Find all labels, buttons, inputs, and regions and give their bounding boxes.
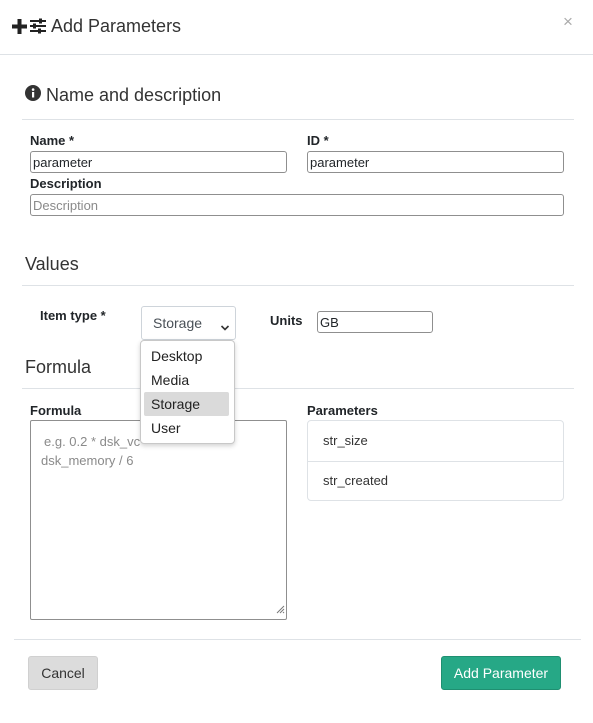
list-item[interactable]: str_size — [308, 421, 563, 461]
plus-icon — [12, 18, 27, 34]
formula-placeholder-line1: e.g. 0.2 * dsk_vc — [44, 434, 141, 449]
section-title-name-description: Name and description — [46, 85, 222, 105]
item-type-select[interactable]: Storage — [141, 306, 236, 340]
sliders-icon — [29, 18, 47, 34]
parameters-label: Parameters — [307, 403, 378, 418]
id-label: ID * — [307, 133, 329, 148]
close-icon[interactable]: × — [563, 12, 573, 32]
cancel-button[interactable]: Cancel — [28, 656, 98, 690]
section-title-formula: Formula — [25, 357, 92, 377]
formula-placeholder-line2: dsk_memory / 6 — [41, 453, 134, 468]
modal-title-bar: Add Parameters — [12, 14, 181, 38]
units-input[interactable] — [317, 311, 433, 333]
formula-textarea[interactable]: e.g. 0.2 * dsk_vc dsk_memory / 6 — [30, 420, 287, 620]
modal-title: Add Parameters — [51, 15, 182, 36]
chevron-down-icon — [220, 319, 230, 335]
units-label: Units — [270, 313, 303, 328]
item-type-selected: Storage — [153, 315, 203, 331]
section-divider — [22, 119, 574, 120]
resize-handle-icon[interactable] — [275, 601, 285, 618]
parameters-list: str_size str_created — [307, 420, 564, 501]
item-type-dropdown: Desktop Media Storage User — [140, 340, 235, 444]
section-title-values: Values — [25, 254, 79, 274]
description-label: Description — [30, 176, 102, 191]
formula-label: Formula — [30, 403, 82, 418]
name-label: Name * — [30, 133, 75, 148]
item-type-label: Item type * — [40, 308, 106, 323]
description-input[interactable] — [30, 194, 564, 216]
info-icon — [25, 85, 41, 106]
option-media[interactable]: Media — [144, 368, 229, 392]
section-divider — [22, 285, 574, 286]
footer-divider — [14, 639, 581, 640]
list-item[interactable]: str_created — [308, 461, 563, 501]
section-name-description: Name and description — [25, 85, 221, 106]
section-divider — [22, 388, 574, 389]
name-input[interactable] — [30, 151, 287, 173]
id-input[interactable] — [307, 151, 564, 173]
option-desktop[interactable]: Desktop — [144, 344, 229, 368]
add-parameter-button[interactable]: Add Parameter — [441, 656, 561, 690]
option-user[interactable]: User — [144, 416, 229, 440]
option-storage[interactable]: Storage — [144, 392, 229, 416]
